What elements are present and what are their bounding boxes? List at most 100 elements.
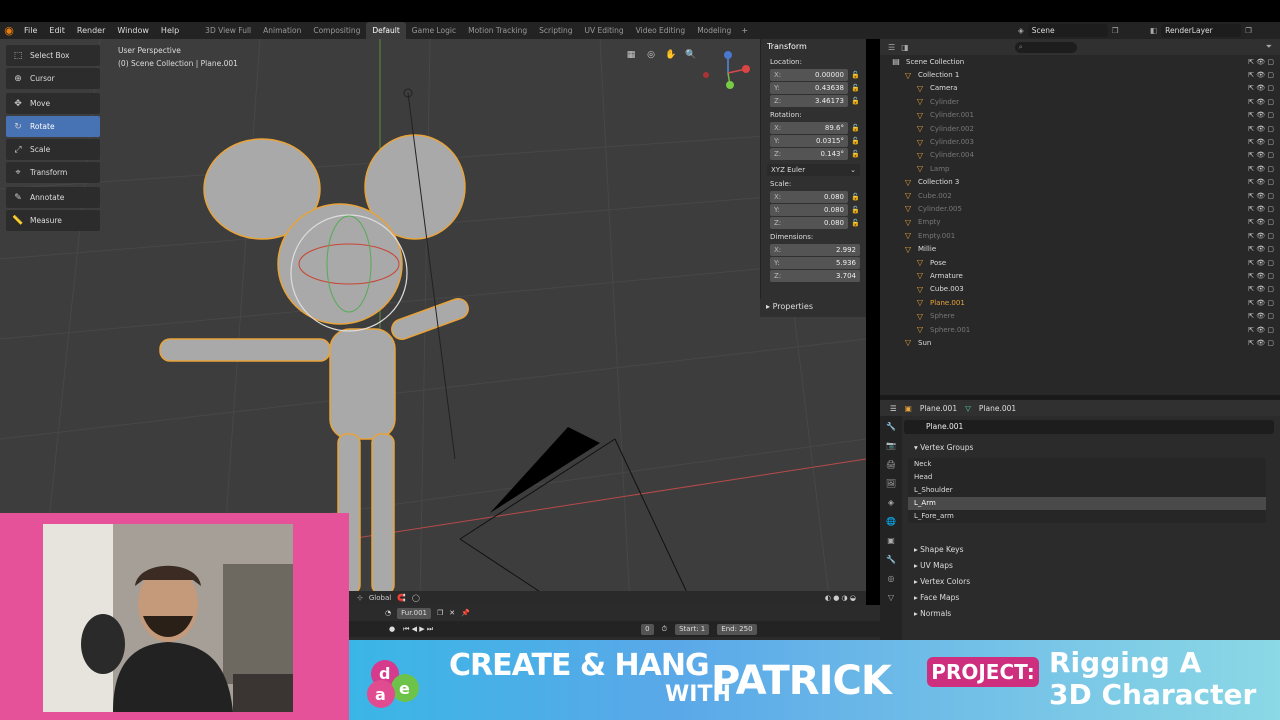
- tool-move[interactable]: ✥ Move: [6, 93, 100, 114]
- vertex-group-item[interactable]: L_Fore_arm: [908, 510, 1266, 523]
- workspace-tab-uv-editing[interactable]: UV Editing: [579, 22, 630, 39]
- location-x-field[interactable]: X: 0.00000: [770, 69, 848, 81]
- playback-controls-icon[interactable]: ⏮ ◀ ▶ ⏭: [403, 625, 433, 634]
- visibility-toggles[interactable]: ⇱ 👁 ▢: [1248, 285, 1274, 293]
- menu-help[interactable]: Help: [155, 22, 185, 39]
- tool-scale[interactable]: ⤢ Scale: [6, 139, 100, 160]
- dimensions-x-field[interactable]: X: 2.992: [770, 244, 860, 256]
- vertex-colors-section[interactable]: ▸ Vertex Colors: [904, 573, 1274, 589]
- outliner-row[interactable]: ▽ Armature ⇱ 👁 ▢: [880, 269, 1280, 282]
- menu-window[interactable]: Window: [111, 22, 155, 39]
- current-frame-field[interactable]: 0: [641, 623, 654, 635]
- unlink-icon[interactable]: ✕: [449, 609, 455, 617]
- outliner-row[interactable]: ▽ Cube.002 ⇱ 👁 ▢: [880, 189, 1280, 202]
- dimensions-z-field[interactable]: Z: 3.704: [770, 270, 860, 282]
- visibility-toggles[interactable]: ⇱ 👁 ▢: [1248, 71, 1274, 79]
- outliner-row[interactable]: ▤ Scene Collection ⇱ 👁 ▢: [880, 55, 1280, 68]
- visibility-toggles[interactable]: ⇱ 👁 ▢: [1248, 205, 1274, 213]
- record-icon[interactable]: ●: [389, 625, 395, 633]
- outliner-search-input[interactable]: ⌕: [1014, 41, 1077, 53]
- scale-x-field[interactable]: X: 0.080: [770, 191, 848, 203]
- scene-tab-icon[interactable]: ◈: [880, 498, 902, 511]
- location-y-field[interactable]: Y: 0.43638: [770, 82, 848, 94]
- outliner-row[interactable]: ▽ Plane.001 ⇱ 👁 ▢: [880, 296, 1280, 309]
- orientation-dropdown[interactable]: Global: [369, 594, 391, 602]
- visibility-toggles[interactable]: ⇱ 👁 ▢: [1248, 272, 1274, 280]
- lock-icon[interactable]: 🔓: [848, 71, 860, 79]
- outliner-row[interactable]: ▽ Sphere.001 ⇱ 👁 ▢: [880, 323, 1280, 336]
- workspace-tab-animation[interactable]: Animation: [257, 22, 307, 39]
- header-object-name[interactable]: Plane.001: [920, 404, 957, 413]
- lock-icon[interactable]: 🔓: [848, 206, 860, 214]
- visibility-toggles[interactable]: ⇱ 👁 ▢: [1248, 245, 1274, 253]
- shading-icons[interactable]: ◐ ● ◑ ◒: [825, 594, 856, 602]
- shape-keys-section[interactable]: ▸ Shape Keys: [904, 541, 1274, 557]
- lock-icon[interactable]: 🔓: [848, 219, 860, 227]
- outliner-row[interactable]: ▽ Sphere ⇱ 👁 ▢: [880, 309, 1280, 322]
- visibility-toggles[interactable]: ⇱ 👁 ▢: [1248, 111, 1274, 119]
- visibility-toggles[interactable]: ⇱ 👁 ▢: [1248, 178, 1274, 186]
- lock-icon[interactable]: 🔓: [848, 193, 860, 201]
- pin-icon[interactable]: 📌: [461, 609, 470, 617]
- dimensions-y-field[interactable]: Y: 5.936: [770, 257, 860, 269]
- data-tab-icon[interactable]: ▽: [880, 593, 902, 606]
- outliner-row[interactable]: ▽ Collection 3 ⇱ 👁 ▢: [880, 176, 1280, 189]
- normals-section[interactable]: ▸ Normals: [904, 605, 1274, 621]
- scene-selector[interactable]: ◈ Scene ❐: [1018, 23, 1142, 37]
- lock-icon[interactable]: 🔓: [848, 150, 860, 158]
- outliner-row[interactable]: ▽ Cylinder.002 ⇱ 👁 ▢: [880, 122, 1280, 135]
- workspace-tab-3d-view-full[interactable]: 3D View Full: [199, 22, 257, 39]
- visibility-toggles[interactable]: ⇱ 👁 ▢: [1248, 192, 1274, 200]
- location-z-field[interactable]: Z: 3.46173: [770, 95, 848, 107]
- output-tab-icon[interactable]: 🖨: [880, 460, 902, 473]
- modifier-tab-icon[interactable]: 🔧: [880, 555, 902, 568]
- outliner-row[interactable]: ▽ Collection 1 ⇱ 👁 ▢: [880, 68, 1280, 81]
- scale-y-field[interactable]: Y: 0.080: [770, 204, 848, 216]
- add-workspace-icon[interactable]: +: [737, 26, 752, 35]
- blender-logo-icon[interactable]: ◉: [0, 22, 18, 39]
- pan-hand-icon[interactable]: ✋: [664, 48, 678, 62]
- world-tab-icon[interactable]: 🌐: [880, 517, 902, 530]
- scale-z-field[interactable]: Z: 0.080: [770, 217, 848, 229]
- fake-user-icon[interactable]: ❐: [437, 609, 443, 617]
- rotation-x-field[interactable]: X: 89.6°: [770, 122, 848, 134]
- end-frame-field[interactable]: End: 250: [717, 623, 757, 635]
- visibility-toggles[interactable]: ⇱ 👁 ▢: [1248, 326, 1274, 334]
- visibility-toggles[interactable]: ⇱ 👁 ▢: [1248, 125, 1274, 133]
- properties-panel-toggle[interactable]: ▸ Properties: [760, 299, 866, 317]
- uv-maps-section[interactable]: ▸ UV Maps: [904, 557, 1274, 573]
- render-layer-field[interactable]: RenderLayer: [1161, 23, 1242, 37]
- lock-icon[interactable]: 🔓: [848, 124, 860, 132]
- outliner-row[interactable]: ▽ Cylinder.005 ⇱ 👁 ▢: [880, 202, 1280, 215]
- vertex-groups-section[interactable]: ▾ Vertex Groups: [904, 440, 1274, 455]
- proportional-edit-icon[interactable]: ◯: [412, 594, 420, 602]
- tool-select-box[interactable]: ⬚ Select Box: [6, 45, 100, 66]
- new-scene-icon[interactable]: ❐: [1112, 26, 1119, 35]
- tool-measure[interactable]: 📏 Measure: [6, 210, 100, 231]
- outliner-row[interactable]: ▽ Camera ⇱ 👁 ▢: [880, 82, 1280, 95]
- outliner-row[interactable]: ▽ Cylinder.004 ⇱ 👁 ▢: [880, 149, 1280, 162]
- lock-icon[interactable]: 🔓: [848, 137, 860, 145]
- outliner-row[interactable]: ▽ Empty ⇱ 👁 ▢: [880, 216, 1280, 229]
- tool-cursor[interactable]: ⊕ Cursor: [6, 68, 100, 89]
- tool-transform[interactable]: ⌖ Transform: [6, 162, 100, 183]
- outliner-row[interactable]: ▽ Pose ⇱ 👁 ▢: [880, 256, 1280, 269]
- vertex-group-item-selected[interactable]: L_Arm: [908, 497, 1266, 510]
- menu-file[interactable]: File: [18, 22, 43, 39]
- workspace-tab-compositing[interactable]: Compositing: [307, 22, 366, 39]
- render-tab-icon[interactable]: 📷: [880, 441, 902, 454]
- rotation-z-field[interactable]: Z: 0.143°: [770, 148, 848, 160]
- new-layer-icon[interactable]: ❐: [1245, 26, 1252, 35]
- visibility-toggles[interactable]: ⇱ 👁 ▢: [1248, 138, 1274, 146]
- tool-annotate[interactable]: ✎ Annotate: [6, 187, 100, 208]
- workspace-tab-default[interactable]: Default: [366, 22, 406, 39]
- visibility-toggles[interactable]: ⇱ 👁 ▢: [1248, 312, 1274, 320]
- scene-name-field[interactable]: Scene: [1027, 23, 1108, 37]
- workspace-tab-motion-tracking[interactable]: Motion Tracking: [462, 22, 533, 39]
- vertex-group-item[interactable]: Neck: [908, 458, 1266, 471]
- action-name-field[interactable]: Fur.001: [397, 607, 432, 619]
- workspace-tab-video-editing[interactable]: Video Editing: [630, 22, 692, 39]
- outliner-row[interactable]: ▽ Cylinder ⇱ 👁 ▢: [880, 95, 1280, 108]
- workspace-tab-scripting[interactable]: Scripting: [533, 22, 578, 39]
- camera-view-icon[interactable]: ◎: [644, 48, 658, 62]
